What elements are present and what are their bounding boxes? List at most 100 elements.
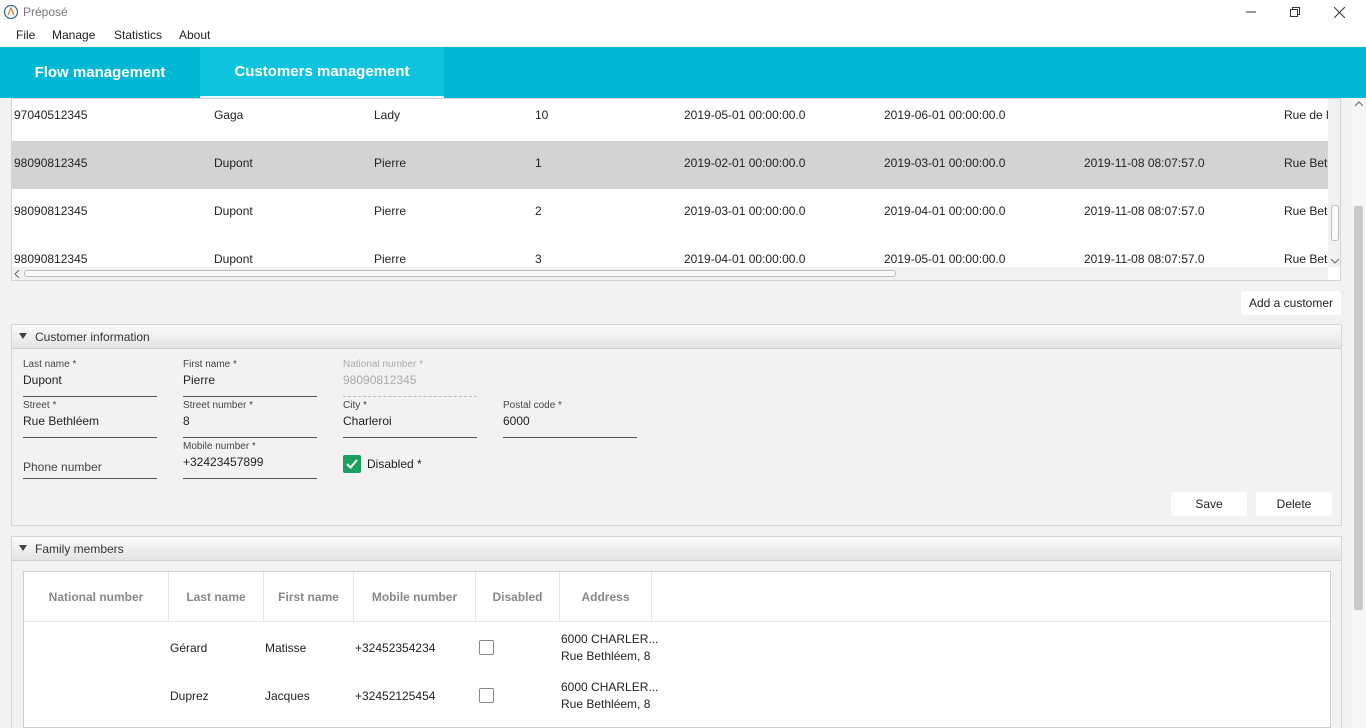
field-underline (23, 478, 157, 479)
field-label: City * (343, 400, 367, 411)
column-header-mobile-number[interactable]: Mobile number (354, 572, 476, 622)
tab-flow-management[interactable]: Flow management (0, 47, 200, 98)
table-cell: 98090812345 (14, 156, 88, 170)
menu-manage[interactable]: Manage (52, 28, 95, 42)
field-value: 8 (183, 414, 190, 428)
field-label: Mobile number * (183, 441, 256, 452)
field-underline (503, 437, 637, 438)
table-row[interactable]: Gérard Matisse +32452354234 6000 CHARLER… (24, 623, 1330, 671)
table-cell: Duprez (170, 689, 209, 703)
table-row-selected[interactable]: 98090812345 Dupont Pierre 1 2019-02-01 0… (12, 141, 1334, 189)
field-label: Street * (23, 400, 57, 411)
minimize-button[interactable] (1228, 0, 1274, 24)
disabled-checkbox[interactable] (343, 455, 361, 473)
column-header-address[interactable]: Address (560, 572, 652, 622)
field-underline (183, 478, 317, 479)
table-horizontal-scrollbar-thumb[interactable] (24, 270, 896, 277)
field-underline (23, 396, 157, 397)
menu-statistics[interactable]: Statistics (114, 28, 162, 42)
disabled-checkbox[interactable] (479, 688, 494, 703)
table-cell: 2019-03-01 00:00:00.0 (684, 204, 806, 218)
table-cell: 3 (535, 252, 542, 266)
table-cell: Jacques (265, 689, 310, 703)
field-placeholder: Phone number (23, 460, 102, 474)
table-cell: 2019-11-08 08:07:57.0 (1084, 156, 1205, 170)
scroll-down-icon[interactable] (1331, 258, 1339, 264)
table-vertical-scrollbar[interactable] (1328, 99, 1340, 267)
last-name-field[interactable]: Last name * Dupont (23, 359, 157, 397)
table-horizontal-scrollbar[interactable] (12, 267, 1328, 280)
tab-customers-management[interactable]: Customers management (200, 47, 444, 98)
phone-number-field[interactable]: Phone number (23, 441, 157, 479)
scroll-up-icon (1355, 101, 1363, 107)
app-logo-icon (3, 4, 19, 20)
save-button[interactable]: Save (1171, 492, 1247, 516)
table-cell: Rue Bethléem, 8 (561, 697, 651, 711)
minimize-icon (1246, 11, 1256, 13)
street-field[interactable]: Street * Rue Bethléem (23, 400, 157, 438)
table-row[interactable]: Duprez Jacques +32452125454 6000 CHARLER… (24, 671, 1330, 719)
field-value: Charleroi (343, 414, 392, 428)
restore-icon (1290, 7, 1300, 17)
menu-file[interactable]: File (16, 28, 35, 42)
table-cell: Rue Bethléem, 8 (561, 649, 651, 663)
postal-code-field[interactable]: Postal code * 6000 (503, 400, 637, 438)
menu-about[interactable]: About (179, 28, 210, 42)
customer-information-header[interactable]: Customer information (12, 325, 1341, 349)
tab-bar: Flow management Customers management (0, 47, 1366, 98)
table-cell: 2019-04-01 00:00:00.0 (684, 252, 806, 266)
table-cell: +32452125454 (355, 689, 436, 703)
table-cell: 2019-06-01 00:00:00.0 (884, 108, 1006, 122)
disabled-checkbox[interactable] (479, 640, 494, 655)
page-scrollbar-thumb[interactable] (1354, 206, 1363, 610)
column-header-last-name[interactable]: Last name (169, 572, 264, 622)
table-cell: 97040512345 (14, 108, 88, 122)
field-value: Dupont (23, 373, 62, 387)
window-title: Préposé (23, 5, 68, 19)
close-button[interactable] (1316, 0, 1362, 24)
field-underline (183, 396, 317, 397)
family-members-header[interactable]: Family members (12, 537, 1341, 561)
field-value: 98090812345 (343, 373, 417, 387)
field-value: 6000 (503, 414, 530, 428)
table-cell: 2019-03-01 00:00:00.0 (884, 156, 1006, 170)
mobile-number-field[interactable]: Mobile number * +32423457899 (183, 441, 317, 479)
field-label: First name * (183, 359, 237, 370)
table-cell: Dupont (214, 204, 253, 218)
street-number-field[interactable]: Street number * 8 (183, 400, 317, 438)
first-name-field[interactable]: First name * Pierre (183, 359, 317, 397)
delete-button[interactable]: Delete (1256, 492, 1332, 516)
page-scrollbar[interactable] (1352, 98, 1366, 728)
table-cell: 2 (535, 204, 542, 218)
close-icon (1333, 6, 1345, 18)
table-cell: 1 (535, 156, 542, 170)
table-row[interactable]: 98090812345 Dupont Pierre 2 2019-03-01 0… (12, 189, 1334, 237)
table-cell: Rue de l (1284, 108, 1329, 122)
scroll-left-icon[interactable] (14, 270, 20, 278)
disabled-checkbox-label: Disabled * (367, 457, 422, 471)
add-customer-button[interactable]: Add a customer (1241, 291, 1341, 315)
table-row[interactable]: 97040512345 Gaga Lady 10 2019-05-01 00:0… (12, 99, 1329, 141)
panel-title: Family members (35, 542, 124, 556)
table-header: National number Last name First name Mob… (24, 572, 1330, 622)
table-vertical-scrollbar-thumb[interactable] (1331, 205, 1339, 241)
city-field[interactable]: City * Charleroi (343, 400, 477, 438)
table-cell: 2019-11-08 08:07:57.0 (1084, 204, 1205, 218)
menu-bar: File Manage Statistics About (0, 24, 1366, 47)
column-header-national-number[interactable]: National number (24, 572, 169, 622)
column-header-disabled[interactable]: Disabled (476, 572, 560, 622)
column-header-first-name[interactable]: First name (264, 572, 354, 622)
field-underline (343, 437, 477, 438)
table-cell: Dupont (214, 252, 253, 266)
table-cell: +32452354234 (355, 641, 436, 655)
field-underline (23, 437, 157, 438)
field-label: National number * (343, 359, 424, 370)
table-cell: Rue Beth (1284, 204, 1335, 218)
table-cell: Rue Beth (1284, 156, 1335, 170)
field-label: Postal code * (503, 400, 562, 411)
table-cell: Pierre (374, 204, 407, 218)
field-underline (343, 395, 477, 397)
table-cell: Dupont (214, 156, 253, 170)
table-cell: Pierre (374, 156, 407, 170)
restore-button[interactable] (1272, 0, 1318, 24)
